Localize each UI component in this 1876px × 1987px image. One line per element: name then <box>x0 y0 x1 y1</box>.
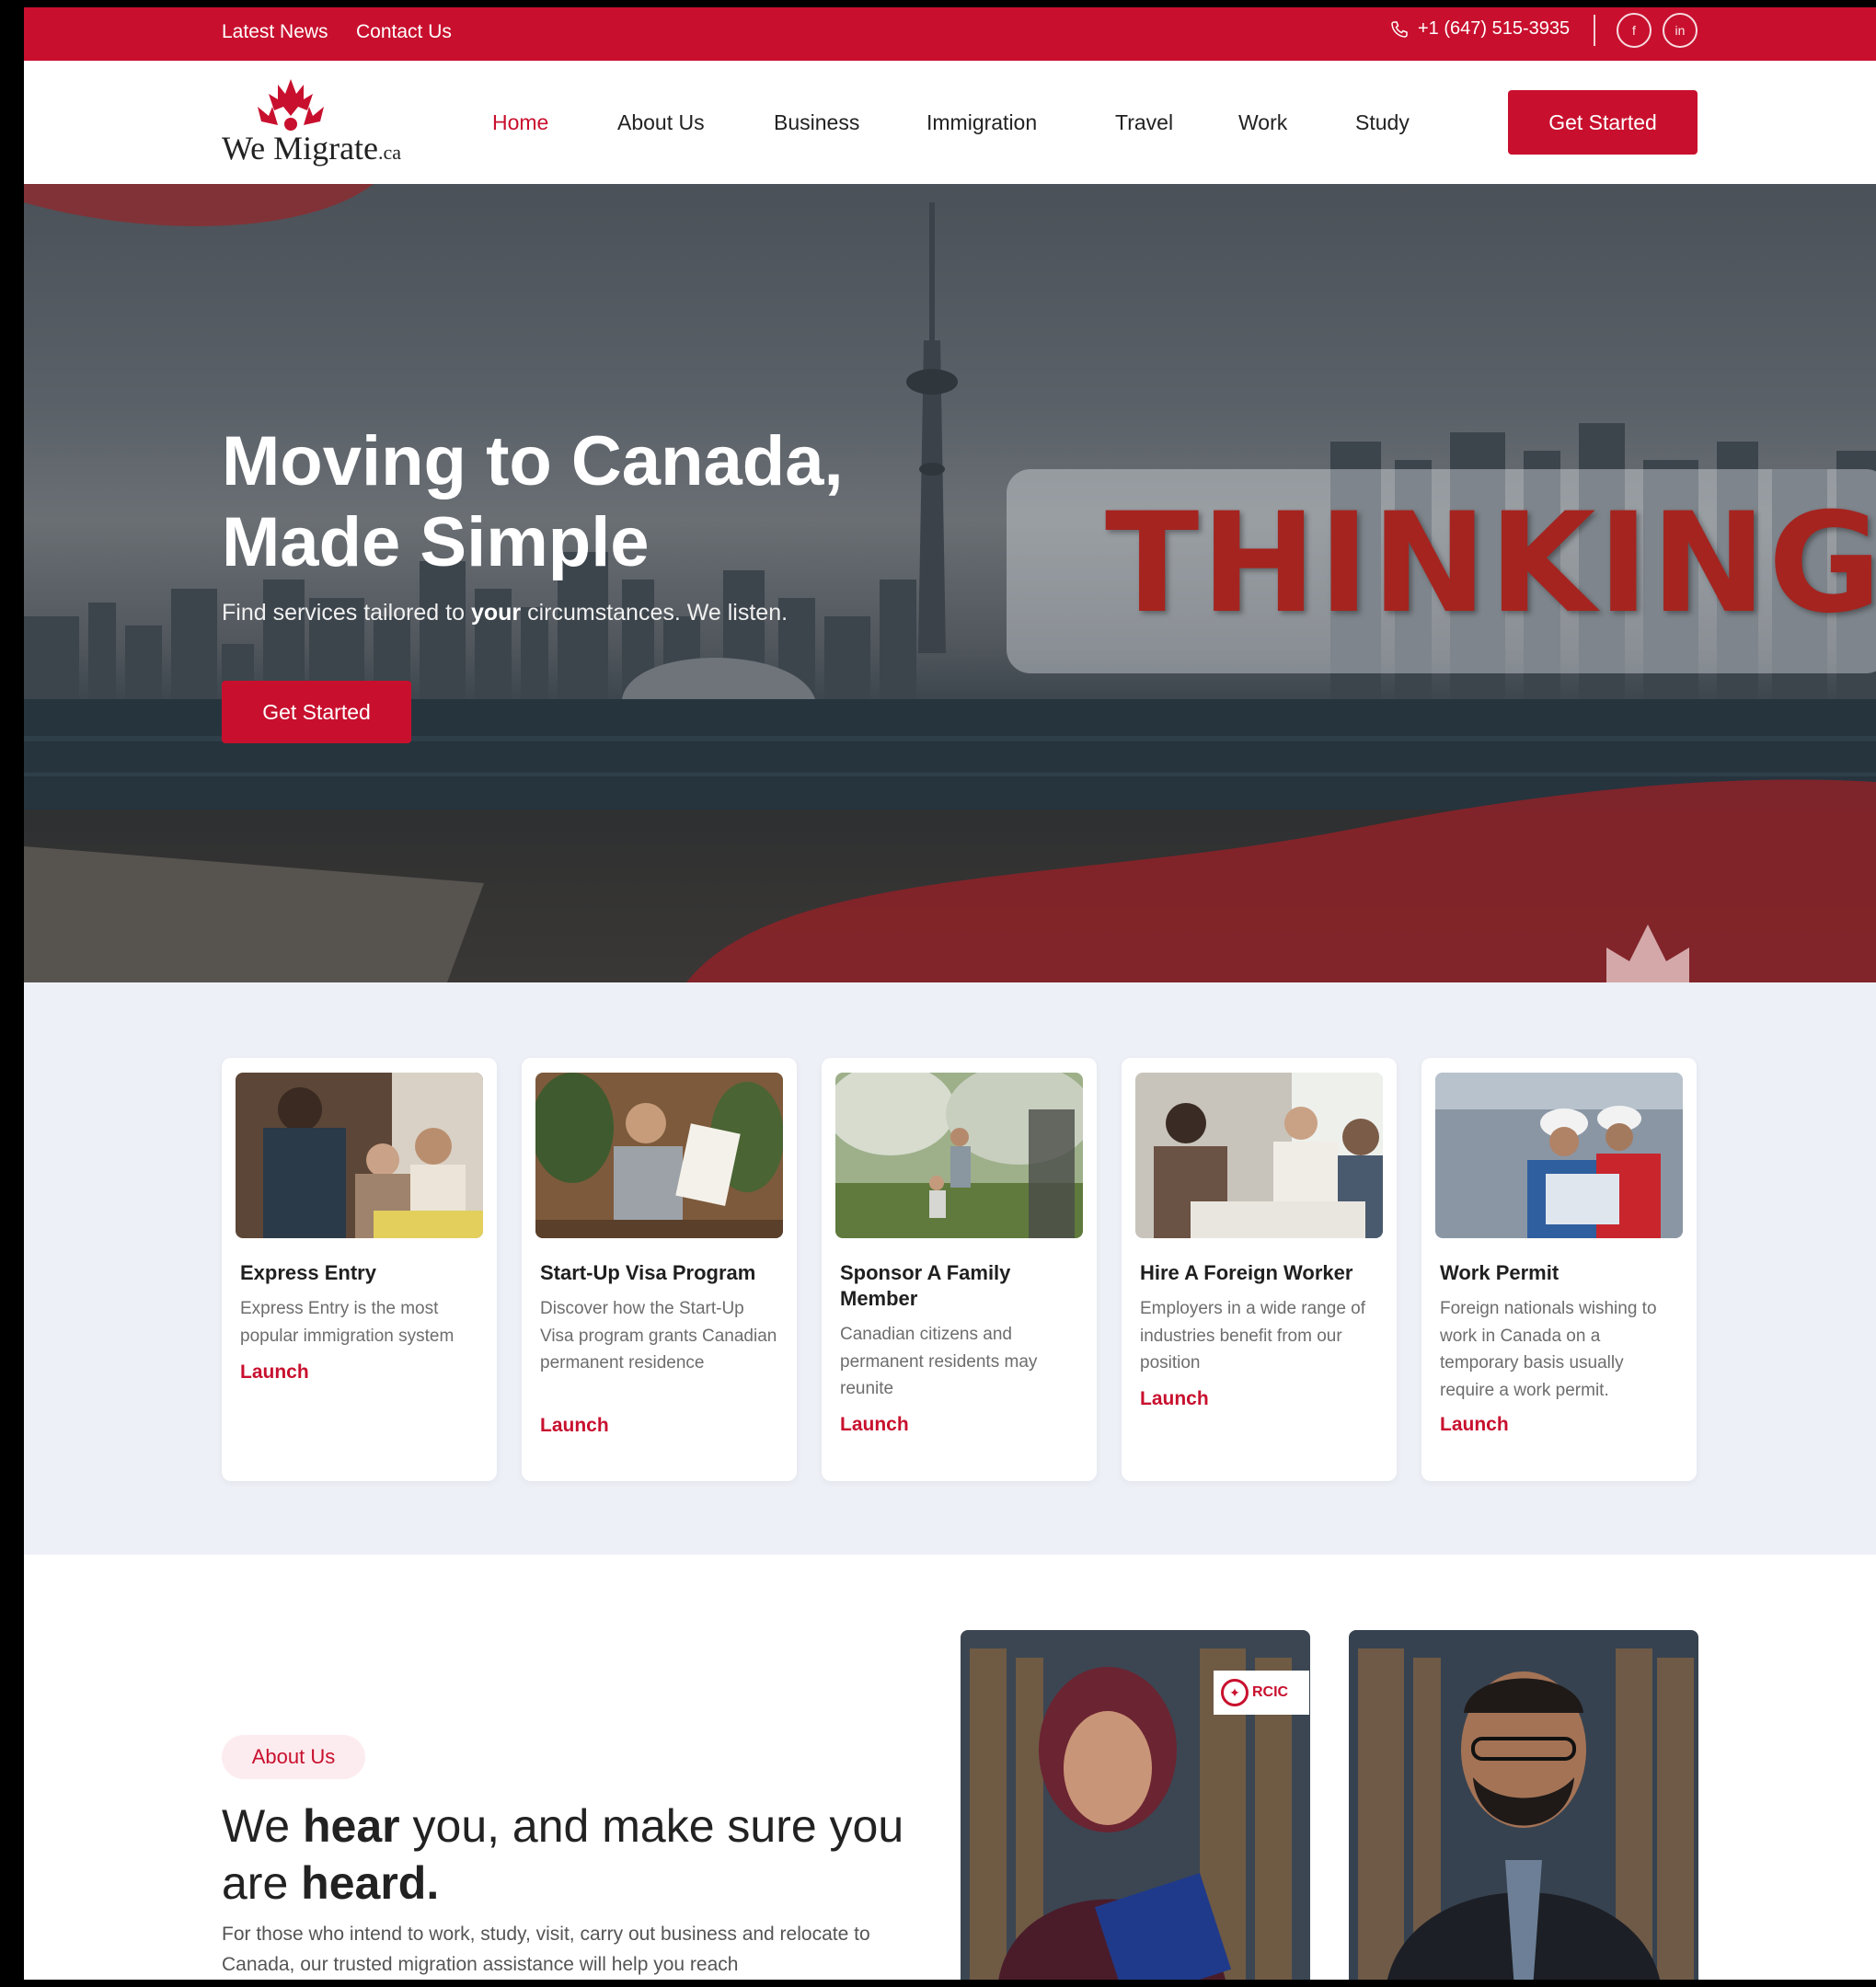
launch-link[interactable]: Launch <box>1440 1414 1509 1436</box>
meeting-photo-image <box>1135 1073 1383 1238</box>
about-section: About Us We hear you, and make sure you … <box>24 1555 1876 1980</box>
latest-news-link[interactable]: Latest News <box>222 21 328 43</box>
service-description: Canadian citizens and permanent resident… <box>840 1325 1038 1398</box>
consultant-portrait-woman-image: ✦ RCIC <box>961 1630 1310 1980</box>
service-title: Express Entry <box>240 1261 376 1284</box>
about-us-pill: About Us <box>222 1735 365 1779</box>
nav-about-us[interactable]: About Us <box>617 110 705 135</box>
page: Latest News Contact Us +1 (647) 515-3935… <box>24 7 1876 1980</box>
nav-study[interactable]: Study <box>1355 110 1410 135</box>
nav-work[interactable]: Work <box>1238 110 1287 135</box>
phone-number[interactable]: +1 (647) 515-3935 <box>1390 18 1570 40</box>
hero-subtitle: Find services tailored to your circumsta… <box>222 600 788 626</box>
woman-documents-photo-image <box>535 1073 783 1238</box>
service-card-hire-foreign-worker[interactable]: Hire A Foreign Worker Employers in a wid… <box>1122 1058 1397 1481</box>
top-bar: Latest News Contact Us +1 (647) 515-3935… <box>24 7 1876 61</box>
facebook-icon[interactable]: f <box>1617 13 1652 48</box>
rcic-badge: ✦ RCIC <box>1214 1671 1309 1715</box>
phone-text: +1 (647) 515-3935 <box>1418 18 1571 39</box>
launch-link[interactable]: Launch <box>840 1414 909 1436</box>
launch-link[interactable]: Launch <box>240 1361 309 1384</box>
nav-business[interactable]: Business <box>774 110 859 135</box>
phone-icon <box>1391 20 1408 38</box>
nav-home[interactable]: Home <box>492 110 548 135</box>
contact-us-link[interactable]: Contact Us <box>356 21 452 43</box>
launch-link[interactable]: Launch <box>540 1415 609 1437</box>
service-title: Work Permit <box>1440 1261 1559 1284</box>
service-card-sponsor-family[interactable]: Sponsor A Family Member Canadian citizen… <box>822 1058 1097 1481</box>
maple-leaf-icon: ✦ <box>1221 1679 1249 1706</box>
hero-title: Moving to Canada, Made Simple <box>222 422 844 581</box>
consultant-portrait-man-image <box>1349 1630 1698 1980</box>
main-header: We Migrate.ca Home About Us Business Imm… <box>24 61 1876 184</box>
workers-photo-image <box>1435 1073 1683 1238</box>
family-park-photo-image <box>835 1073 1083 1238</box>
about-heading: We hear you, and make sure you are heard… <box>222 1800 904 1909</box>
thinking-overlay-text: THINKING <box>1105 484 1876 644</box>
divider <box>1594 15 1595 46</box>
service-description: Express Entry is the most popular immigr… <box>240 1299 455 1346</box>
maple-leaf-logo-icon <box>258 79 324 131</box>
service-description: Discover how the Start-Up Visa program g… <box>540 1299 777 1373</box>
services-section: Express Entry Express Entry is the most … <box>24 982 1876 1555</box>
about-paragraph: For those who intend to work, study, vis… <box>222 1924 870 1975</box>
hero-section: Moving to Canada, Made Simple Find servi… <box>24 184 1876 982</box>
service-card-work-permit[interactable]: Work Permit Foreign nationals wishing to… <box>1421 1058 1697 1481</box>
nav-immigration[interactable]: Immigration <box>926 110 1037 135</box>
header-get-started-button[interactable]: Get Started <box>1508 90 1698 155</box>
hero-get-started-button[interactable]: Get Started <box>222 681 411 743</box>
service-card-start-up-visa[interactable]: Start-Up Visa Program Discover how the S… <box>522 1058 797 1481</box>
linkedin-icon[interactable]: in <box>1663 13 1698 48</box>
service-title: Sponsor A Family Member <box>840 1261 1011 1310</box>
family-photo-image <box>236 1073 483 1238</box>
service-description: Foreign nationals wishing to work in Can… <box>1440 1299 1657 1400</box>
nav-travel[interactable]: Travel <box>1115 110 1173 135</box>
service-title: Start-Up Visa Program <box>540 1261 756 1284</box>
launch-link[interactable]: Launch <box>1140 1388 1209 1410</box>
service-card-express-entry[interactable]: Express Entry Express Entry is the most … <box>222 1058 497 1481</box>
service-description: Employers in a wide range of industries … <box>1140 1299 1366 1373</box>
service-title: Hire A Foreign Worker <box>1140 1261 1353 1284</box>
site-logo[interactable]: We Migrate.ca <box>222 79 406 167</box>
logo-text: We Migrate.ca <box>222 130 402 167</box>
